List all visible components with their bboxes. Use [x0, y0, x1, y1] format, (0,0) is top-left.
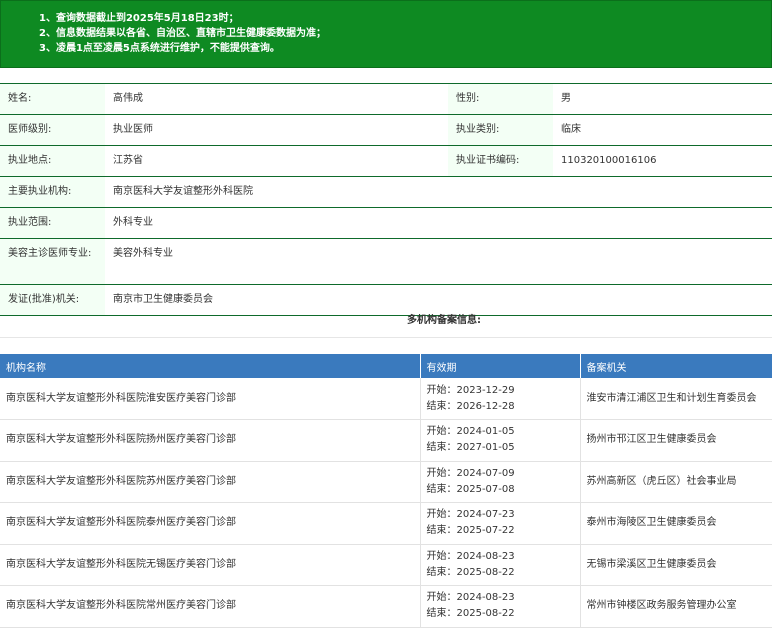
notice-line-1: 1、查询数据截止到2025年5月18日23时；	[39, 13, 239, 24]
org-name-cell: 南京医科大学友谊整形外科医院淮安医疗美容门诊部	[0, 378, 421, 420]
name-label: 姓名:	[0, 83, 105, 115]
end-date: 结束：2026-12-28	[426, 400, 515, 412]
authority-cell: 扬州市邗江区卫生健康委员会	[580, 419, 772, 462]
gender-label: 性别:	[448, 83, 553, 115]
authority-cell: 无锡市梁溪区卫生健康委员会	[580, 544, 772, 586]
table-row: 南京医科大学友谊整形外科医院淮安医疗美容门诊部 开始：2023-12-29 结束：…	[0, 378, 772, 420]
end-date: 结束：2025-08-22	[426, 566, 515, 578]
cosmetic-value: 美容外科专业	[105, 238, 772, 285]
header-validity: 有效期	[420, 354, 581, 378]
notice-line-3: 3、凌晨1点至凌晨5点系统进行维护，不能提供查询。	[39, 43, 280, 54]
doctor-info-table: 姓名: 高伟成 性别: 男 医师级别: 执业医师 执业类别: 临床 执业地点: …	[0, 83, 772, 316]
end-date: 结束：2027-01-05	[426, 442, 515, 454]
validity-cell: 开始：2024-08-23 结束：2025-08-22	[420, 585, 581, 628]
org-label: 主要执业机构:	[0, 176, 105, 208]
start-date: 开始：2024-08-23	[426, 592, 515, 604]
table-row: 南京医科大学友谊整形外科医院无锡医疗美容门诊部 开始：2024-08-23 结束：…	[0, 544, 772, 586]
end-date: 结束：2025-08-22	[426, 608, 515, 620]
org-name-cell: 南京医科大学友谊整形外科医院无锡医疗美容门诊部	[0, 544, 421, 586]
table-row: 南京医科大学友谊整形外科医院扬州医疗美容门诊部 开始：2024-01-05 结束：…	[0, 419, 772, 462]
location-label: 执业地点:	[0, 145, 105, 177]
gender-value: 男	[553, 83, 772, 115]
multi-org-table: 机构名称 有效期 备案机关 南京医科大学友谊整形外科医院淮安医疗美容门诊部 开始…	[0, 354, 772, 628]
category-value: 临床	[553, 114, 772, 146]
table-row: 南京医科大学友谊整形外科医院常州医疗美容门诊部 开始：2024-08-23 结束：…	[0, 585, 772, 628]
scope-label: 执业范围:	[0, 207, 105, 239]
multi-org-heading: 多机构备案信息:	[0, 307, 772, 338]
cert-label: 执业证书编码:	[448, 145, 553, 177]
authority-cell: 常州市钟楼区政务服务管理办公室	[580, 585, 772, 628]
org-name-cell: 南京医科大学友谊整形外科医院扬州医疗美容门诊部	[0, 419, 421, 462]
scope-value: 外科专业	[105, 207, 772, 239]
header-authority: 备案机关	[580, 354, 772, 378]
start-date: 开始：2024-08-23	[426, 550, 515, 562]
authority-cell: 泰州市海陵区卫生健康委员会	[580, 502, 772, 545]
cosmetic-label: 美容主诊医师专业:	[0, 238, 105, 285]
start-date: 开始：2024-01-05	[426, 426, 515, 438]
validity-cell: 开始：2024-01-05 结束：2027-01-05	[420, 419, 581, 462]
multi-org-heading-text: 多机构备案信息:	[407, 315, 481, 326]
authority-cell: 淮安市清江浦区卫生和计划生育委员会	[580, 378, 772, 420]
table-row: 南京医科大学友谊整形外科医院苏州医疗美容门诊部 开始：2024-07-09 结束：…	[0, 461, 772, 503]
start-date: 开始：2024-07-09	[426, 467, 515, 479]
org-name-cell: 南京医科大学友谊整形外科医院常州医疗美容门诊部	[0, 585, 421, 628]
table-row: 南京医科大学友谊整形外科医院泰州医疗美容门诊部 开始：2024-07-23 结束：…	[0, 502, 772, 545]
name-value: 高伟成	[105, 83, 448, 115]
end-date: 结束：2025-07-22	[426, 525, 515, 537]
cert-value: 110320100016106	[553, 145, 772, 177]
notice-banner: 1、查询数据截止到2025年5月18日23时； 2、信息数据结果以各省、自治区、…	[0, 0, 772, 68]
authority-cell: 苏州高新区（虎丘区）社会事业局	[580, 461, 772, 503]
validity-cell: 开始：2024-07-23 结束：2025-07-22	[420, 502, 581, 545]
start-date: 开始：2024-07-23	[426, 509, 515, 521]
org-name-cell: 南京医科大学友谊整形外科医院苏州医疗美容门诊部	[0, 461, 421, 503]
notice-line-2: 2、信息数据结果以各省、自治区、直辖市卫生健康委数据为准；	[39, 28, 326, 39]
level-value: 执业医师	[105, 114, 448, 146]
org-name-cell: 南京医科大学友谊整形外科医院泰州医疗美容门诊部	[0, 502, 421, 545]
location-value: 江苏省	[105, 145, 448, 177]
validity-cell: 开始：2023-12-29 结束：2026-12-28	[420, 378, 581, 420]
level-label: 医师级别:	[0, 114, 105, 146]
category-label: 执业类别:	[448, 114, 553, 146]
validity-cell: 开始：2024-07-09 结束：2025-07-08	[420, 461, 581, 503]
header-org-name: 机构名称	[0, 354, 421, 378]
org-value: 南京医科大学友谊整形外科医院	[105, 176, 772, 208]
start-date: 开始：2023-12-29	[426, 384, 515, 396]
end-date: 结束：2025-07-08	[426, 483, 515, 495]
validity-cell: 开始：2024-08-23 结束：2025-08-22	[420, 544, 581, 586]
